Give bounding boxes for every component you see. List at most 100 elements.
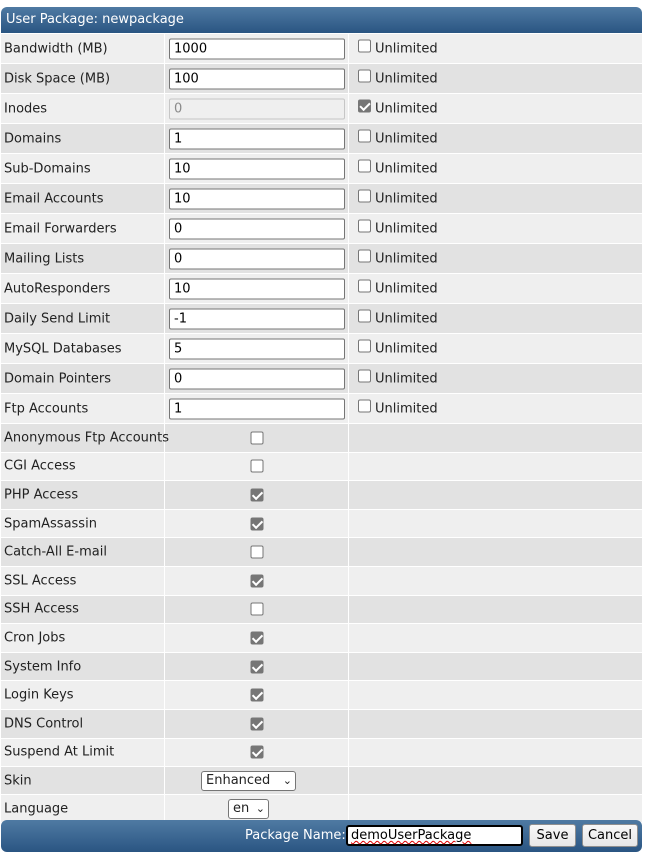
extra-cell	[350, 481, 642, 509]
feature-row: Anonymous Ftp Accounts	[1, 424, 642, 453]
language-label: Language	[4, 801, 69, 817]
limit-row: Inodes 0 Unlimited	[1, 94, 642, 124]
limit-input[interactable]: -1	[169, 308, 345, 329]
control-cell	[166, 509, 349, 538]
feature-checkbox[interactable]	[250, 688, 264, 702]
unlimited-toggle[interactable]: Unlimited	[358, 369, 438, 386]
label-cell: CGI Access	[1, 452, 165, 481]
unlimited-checkbox[interactable]	[358, 39, 371, 52]
unlimited-checkbox[interactable]	[358, 129, 371, 142]
feature-checkbox[interactable]	[250, 660, 264, 674]
skin-value: Enhanced	[206, 772, 271, 788]
control-cell: en ⌄	[166, 795, 349, 823]
package-name-input[interactable]: demoUserPackage	[346, 825, 523, 846]
unlimited-checkbox[interactable]	[358, 309, 371, 322]
unlimited-checkbox[interactable]	[358, 339, 371, 352]
limit-row: Domain Pointers 0 Unlimited	[1, 364, 642, 394]
unlimited-toggle[interactable]: Unlimited	[358, 249, 438, 266]
limit-row: Email Forwarders 0 Unlimited	[1, 214, 642, 244]
extra-cell: Unlimited	[350, 274, 642, 303]
limit-input[interactable]: 1000	[169, 38, 345, 59]
limit-label: Email Forwarders	[4, 221, 117, 236]
unlimited-label: Unlimited	[375, 191, 438, 206]
limit-input[interactable]: 10	[169, 188, 345, 209]
feature-checkbox[interactable]	[250, 745, 264, 759]
limit-input[interactable]: 100	[169, 68, 345, 89]
unlimited-toggle[interactable]: Unlimited	[358, 69, 438, 86]
unlimited-label: Unlimited	[375, 221, 438, 236]
unlimited-toggle[interactable]: Unlimited	[358, 99, 438, 116]
save-button[interactable]: Save	[529, 824, 576, 847]
unlimited-toggle[interactable]: Unlimited	[358, 159, 438, 176]
extra-cell	[350, 624, 642, 652]
unlimited-checkbox[interactable]	[358, 69, 371, 82]
skin-row: Skin Enhanced ⌄	[1, 767, 642, 796]
extra-cell: Unlimited	[350, 94, 642, 123]
feature-label: System Info	[4, 659, 82, 675]
limit-input[interactable]: 1	[169, 398, 345, 419]
label-cell: Disk Space (MB)	[1, 64, 165, 93]
feature-checkbox[interactable]	[250, 602, 264, 616]
feature-checkbox[interactable]	[250, 488, 264, 502]
feature-checkbox[interactable]	[250, 517, 264, 531]
language-select[interactable]: en ⌄	[228, 798, 269, 819]
unlimited-toggle[interactable]: Unlimited	[358, 219, 438, 236]
extra-cell	[350, 510, 642, 538]
feature-checkbox[interactable]	[250, 574, 264, 588]
unlimited-toggle[interactable]: Unlimited	[358, 279, 438, 296]
unlimited-checkbox[interactable]	[358, 159, 371, 172]
feature-checkbox[interactable]	[250, 545, 264, 559]
unlimited-checkbox[interactable]	[358, 99, 371, 112]
unlimited-checkbox[interactable]	[358, 249, 371, 262]
unlimited-checkbox[interactable]	[358, 189, 371, 202]
unlimited-checkbox[interactable]	[358, 399, 371, 412]
feature-checkbox[interactable]	[250, 631, 264, 645]
limit-label: Domain Pointers	[4, 371, 111, 386]
limit-input[interactable]: 10	[169, 158, 345, 179]
control-cell	[166, 481, 349, 509]
limit-row: Daily Send Limit -1 Unlimited	[1, 304, 642, 334]
unlimited-toggle[interactable]: Unlimited	[358, 339, 438, 356]
extra-cell: Unlimited	[350, 34, 642, 63]
control-cell: 10	[166, 154, 349, 183]
skin-select[interactable]: Enhanced ⌄	[201, 770, 296, 791]
extra-cell: Unlimited	[350, 124, 642, 153]
limit-input[interactable]: 1	[169, 128, 345, 149]
limit-row: AutoResponders 10 Unlimited	[1, 274, 642, 304]
unlimited-checkbox[interactable]	[358, 219, 371, 232]
limit-row: MySQL Databases 5 Unlimited	[1, 334, 642, 364]
cancel-button[interactable]: Cancel	[582, 824, 638, 847]
feature-label: SpamAssassin	[4, 516, 97, 532]
limit-input[interactable]: 5	[169, 338, 345, 359]
extra-cell	[350, 453, 642, 481]
unlimited-toggle[interactable]: Unlimited	[358, 399, 438, 416]
feature-checkbox[interactable]	[250, 717, 264, 731]
extra-cell: Unlimited	[350, 394, 642, 423]
label-cell: Email Forwarders	[1, 214, 165, 243]
unlimited-toggle[interactable]: Unlimited	[358, 129, 438, 146]
extra-cell	[350, 795, 642, 822]
extra-cell: Unlimited	[350, 154, 642, 183]
unlimited-toggle[interactable]: Unlimited	[358, 39, 438, 56]
unlimited-label: Unlimited	[375, 401, 438, 416]
control-cell: 0	[166, 244, 349, 273]
label-cell: Ftp Accounts	[1, 394, 165, 423]
unlimited-label: Unlimited	[375, 101, 438, 116]
limit-input[interactable]: 0	[169, 218, 345, 239]
feature-checkbox[interactable]	[250, 459, 264, 473]
label-cell: System Info	[1, 652, 165, 681]
language-value: en	[233, 800, 250, 816]
unlimited-checkbox[interactable]	[358, 369, 371, 382]
unlimited-toggle[interactable]: Unlimited	[358, 189, 438, 206]
extra-cell	[350, 653, 642, 681]
limit-row: Ftp Accounts 1 Unlimited	[1, 394, 642, 424]
unlimited-checkbox[interactable]	[358, 279, 371, 292]
limit-input[interactable]: 0	[169, 248, 345, 269]
limit-input[interactable]: 10	[169, 278, 345, 299]
label-cell: SpamAssassin	[1, 509, 165, 538]
unlimited-toggle[interactable]: Unlimited	[358, 309, 438, 326]
control-cell: 1	[166, 124, 349, 153]
feature-checkbox[interactable]	[250, 431, 264, 445]
limit-row: Email Accounts 10 Unlimited	[1, 184, 642, 214]
limit-input[interactable]: 0	[169, 368, 345, 389]
